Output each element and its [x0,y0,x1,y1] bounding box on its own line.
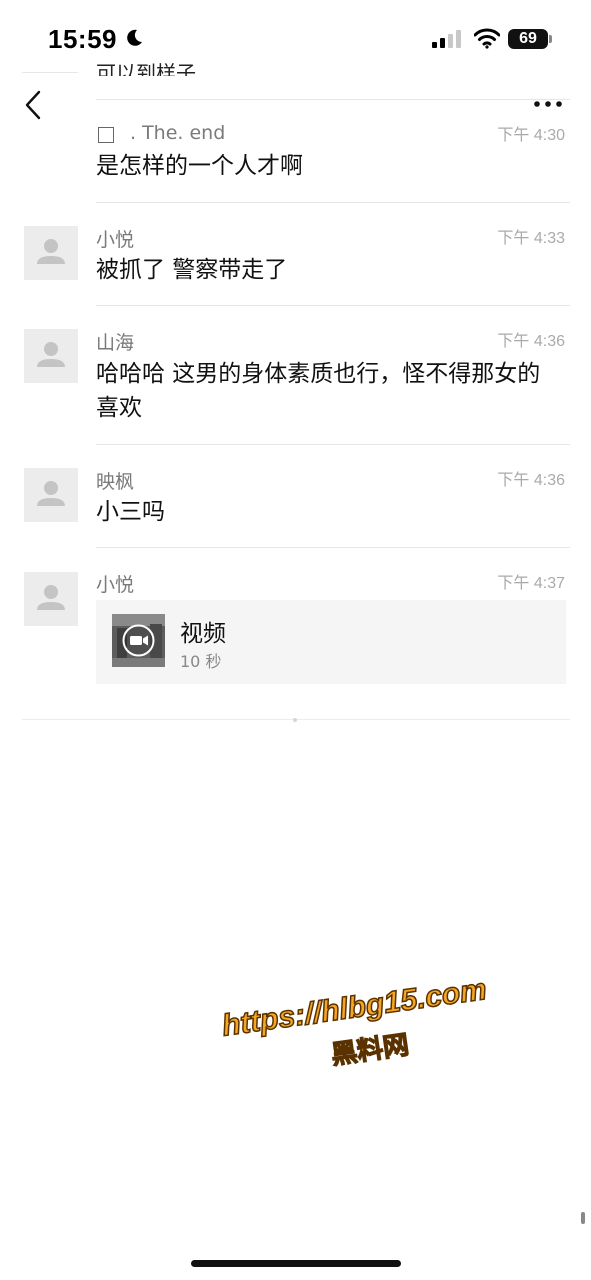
message-text: 被抓了 警察带走了 [96,257,288,283]
message-text: 哈哈哈 这男的身体素质也行，怪不得那女的喜欢 [96,361,541,421]
divider [96,444,570,445]
chevron-left-icon[interactable] [22,88,46,122]
sender-name: 小悦 [96,574,135,596]
message-time: 下午 4:33 [497,230,565,247]
avatar[interactable] [24,226,78,280]
avatar[interactable] [24,329,78,383]
person-icon [37,481,65,506]
message-time: 下午 4:37 [497,575,565,592]
avatar[interactable] [24,572,78,626]
home-indicator[interactable] [191,1260,401,1267]
video-card[interactable]: 视频 10 秒 [96,600,566,684]
previous-message-clip: 可以到样子 [96,61,196,76]
status-time: 15:59 [48,24,117,54]
sender-name: 山海 [96,332,135,354]
battery-cap [549,35,552,43]
divider [96,99,570,100]
person-icon [37,342,65,367]
message-text: 小三吗 [96,499,165,525]
message-text: 是怎样的一个人才啊 [96,153,303,179]
divider [96,547,570,548]
signal-icon [432,30,461,48]
video-thumbnail [112,614,165,667]
checkbox[interactable] [98,127,114,143]
sender-name: 映枫 [96,471,135,493]
message-time: 下午 4:36 [497,333,565,350]
list-end-dot [293,718,297,722]
scrollbar[interactable] [581,1212,585,1224]
person-icon [37,239,65,264]
message-time: 下午 4:30 [497,127,565,144]
status-bar: 15:59 69 [0,0,591,80]
message-time: 下午 4:36 [497,472,565,489]
watermark: https://hlbg15.com 黑料网 [219,971,511,1109]
wifi-icon [474,28,500,49]
sender-name: . The. end [130,122,226,144]
battery-level: 69 [508,29,548,49]
moon-icon [127,29,142,46]
video-duration: 10 秒 [180,652,222,671]
watermark-name: 黑料网 [329,1030,412,1072]
avatar[interactable] [24,468,78,522]
more-dots-icon[interactable] [533,100,563,108]
video-camera-icon [122,624,155,657]
sender-name: 小悦 [96,229,135,251]
person-icon [37,585,65,610]
divider [96,305,570,306]
divider [22,72,78,73]
video-title: 视频 [180,621,226,647]
divider [96,202,570,203]
